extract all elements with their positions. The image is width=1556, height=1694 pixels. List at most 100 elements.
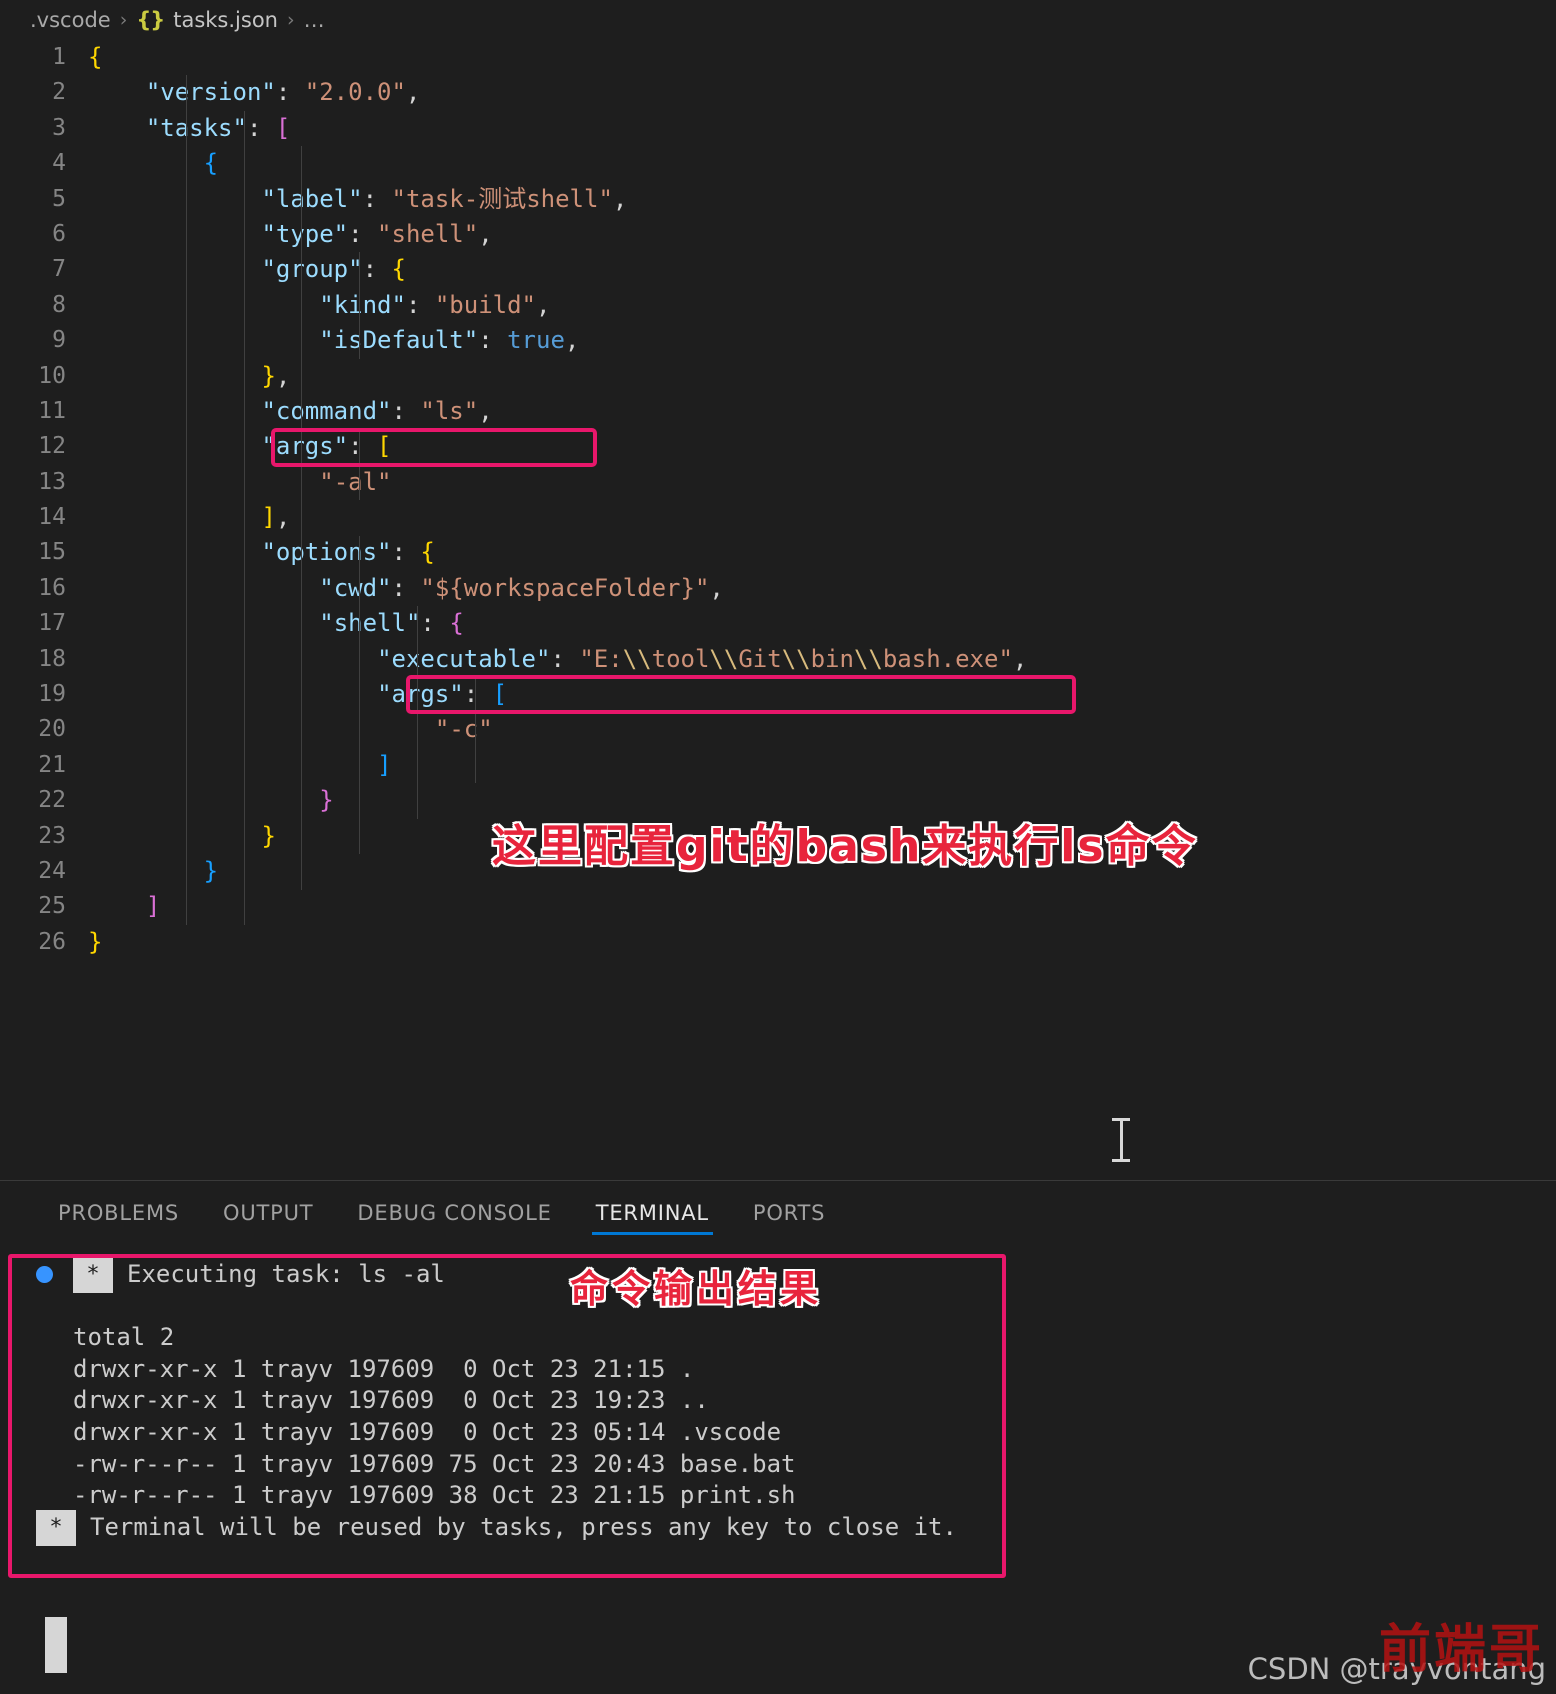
code-text: "args": [ (261, 432, 392, 461)
code-line[interactable]: 4 { (0, 146, 1556, 181)
code-line[interactable]: 5 "label": "task-测试shell", (0, 182, 1556, 217)
breadcrumb-separator-icon: › (119, 9, 128, 31)
code-text: "options": { (261, 538, 435, 567)
tab-label: PROBLEMS (58, 1201, 180, 1225)
line-number: 24 (38, 857, 66, 884)
code-text: { (203, 149, 219, 178)
line-number: 22 (38, 787, 66, 814)
panel-tab-bar: PROBLEMS OUTPUT DEBUG CONSOLE TERMINAL PORTS (0, 1181, 1556, 1245)
tab-label: TERMINAL (595, 1201, 709, 1225)
line-number: 26 (38, 928, 66, 955)
terminal-line-text: total 2 (73, 1323, 175, 1352)
tab-output[interactable]: OUTPUT (201, 1181, 335, 1245)
code-text: "command": "ls", (261, 396, 493, 425)
line-number: 21 (38, 751, 66, 778)
code-text: "cwd": "${workspaceFolder}", (319, 573, 724, 602)
code-line[interactable]: 13 "-al" (0, 465, 1556, 500)
code-line[interactable]: 14 ], (0, 500, 1556, 535)
line-number: 8 (52, 291, 66, 318)
code-text: "isDefault": true, (319, 326, 580, 355)
line-number: 14 (38, 504, 66, 531)
terminal-line-text: -rw-r--r-- 1 trayv 197609 75 Oct 23 20:4… (73, 1449, 796, 1478)
code-text: "shell": { (319, 609, 464, 638)
terminal-annotation-text: 命令输出结果 (570, 1267, 823, 1311)
code-line[interactable]: 19 "args": [ (0, 677, 1556, 712)
breadcrumb-overflow[interactable]: … (304, 8, 326, 32)
line-number: 5 (52, 185, 66, 212)
breadcrumb-file[interactable]: tasks.json (173, 8, 278, 32)
line-number: 18 (38, 645, 66, 672)
watermark-chinese: 前端哥 (1378, 1620, 1544, 1680)
line-number: 19 (38, 681, 66, 708)
line-number: 11 (38, 397, 66, 424)
code-text: "executable": "E:\\tool\\Git\\bin\\bash.… (377, 644, 1028, 673)
code-line[interactable]: 12 "args": [ (0, 429, 1556, 464)
code-line[interactable]: 8 "kind": "build", (0, 288, 1556, 323)
code-line[interactable]: 25 ] (0, 889, 1556, 924)
line-number: 23 (38, 822, 66, 849)
terminal-line-text: -rw-r--r-- 1 trayv 197609 38 Oct 23 21:1… (73, 1481, 796, 1510)
terminal-line: drwxr-xr-x 1 trayv 197609 0 Oct 23 19:23… (36, 1385, 1556, 1417)
tab-terminal[interactable]: TERMINAL (574, 1181, 731, 1245)
line-number: 2 (52, 79, 66, 106)
line-number: 3 (52, 114, 66, 141)
tab-debug-console[interactable]: DEBUG CONSOLE (335, 1181, 573, 1245)
terminal-executing-text: Executing task: ls -al (127, 1260, 445, 1288)
code-line[interactable]: 2 "version": "2.0.0", (0, 75, 1556, 110)
line-number: 15 (38, 539, 66, 566)
code-line[interactable]: 6 "type": "shell", (0, 217, 1556, 252)
task-star-badge: * (73, 1256, 113, 1293)
terminal-line: drwxr-xr-x 1 trayv 197609 0 Oct 23 21:15… (36, 1354, 1556, 1386)
line-number: 12 (38, 433, 66, 460)
code-line[interactable]: 18 "executable": "E:\\tool\\Git\\bin\\ba… (0, 642, 1556, 677)
line-number: 17 (38, 610, 66, 637)
code-text: ], (261, 503, 291, 532)
terminal-line-list: total 2 drwxr-xr-x 1 trayv 197609 0 Oct 2… (36, 1322, 1556, 1512)
code-line[interactable]: 7 "group": { (0, 252, 1556, 287)
breadcrumb-separator-icon-2: › (286, 9, 295, 31)
code-text: "kind": "build", (319, 290, 551, 319)
terminal-reuse-line: * Terminal will be reused by tasks, pres… (36, 1509, 1556, 1546)
code-line[interactable]: 20 "-c" (0, 712, 1556, 747)
line-number: 25 (38, 893, 66, 920)
code-line[interactable]: 16 "cwd": "${workspaceFolder}", (0, 571, 1556, 606)
code-line[interactable]: 26} (0, 925, 1556, 960)
code-text: "type": "shell", (261, 219, 493, 248)
breadcrumb: .vscode › {} tasks.json › … (0, 0, 1556, 40)
code-text: { (88, 43, 103, 71)
code-text: } (88, 927, 103, 956)
terminal-line-text: drwxr-xr-x 1 trayv 197609 0 Oct 23 19:23… (73, 1386, 709, 1415)
breadcrumb-folder[interactable]: .vscode (30, 8, 111, 32)
tab-problems[interactable]: PROBLEMS (36, 1181, 201, 1245)
code-text: "label": "task-测试shell", (261, 184, 628, 213)
code-line[interactable]: 11 "command": "ls", (0, 394, 1556, 429)
code-line[interactable]: 15 "options": { (0, 535, 1556, 570)
line-number: 13 (38, 468, 66, 495)
code-text: "args": [ (377, 680, 508, 709)
line-number: 1 (52, 44, 66, 70)
terminal-line: drwxr-xr-x 1 trayv 197609 0 Oct 23 05:14… (36, 1417, 1556, 1449)
code-line[interactable]: 17 "shell": { (0, 606, 1556, 641)
terminal-cursor (45, 1617, 67, 1673)
line-number: 20 (38, 716, 66, 743)
terminal-line: -rw-r--r-- 1 trayv 197609 38 Oct 23 21:1… (36, 1480, 1556, 1512)
code-line[interactable]: 10 }, (0, 359, 1556, 394)
code-text: }, (261, 361, 291, 390)
line-number: 16 (38, 574, 66, 601)
line-number: 9 (52, 327, 66, 354)
code-line[interactable]: 9 "isDefault": true, (0, 323, 1556, 358)
terminal-line-text: drwxr-xr-x 1 trayv 197609 0 Oct 23 21:15… (73, 1354, 695, 1383)
line-number: 6 (52, 220, 66, 247)
code-line[interactable]: 3 "tasks": [ (0, 111, 1556, 146)
terminal-line-text: drwxr-xr-x 1 trayv 197609 0 Oct 23 05:14… (73, 1417, 782, 1446)
tab-label: DEBUG CONSOLE (357, 1201, 552, 1225)
terminal-star-badge-2: * (36, 1509, 76, 1546)
line-number: 4 (52, 150, 66, 177)
terminal-line: total 2 (36, 1322, 1556, 1354)
code-text: "group": { (261, 255, 406, 284)
code-editor[interactable]: 1{2 "version": "2.0.0", 3 "tasks": [4 {5 … (0, 40, 1556, 1180)
code-line[interactable]: 21 ] (0, 748, 1556, 783)
code-line[interactable]: 1{ (0, 40, 1556, 75)
code-text: ] (145, 892, 161, 921)
tab-ports[interactable]: PORTS (731, 1181, 847, 1245)
